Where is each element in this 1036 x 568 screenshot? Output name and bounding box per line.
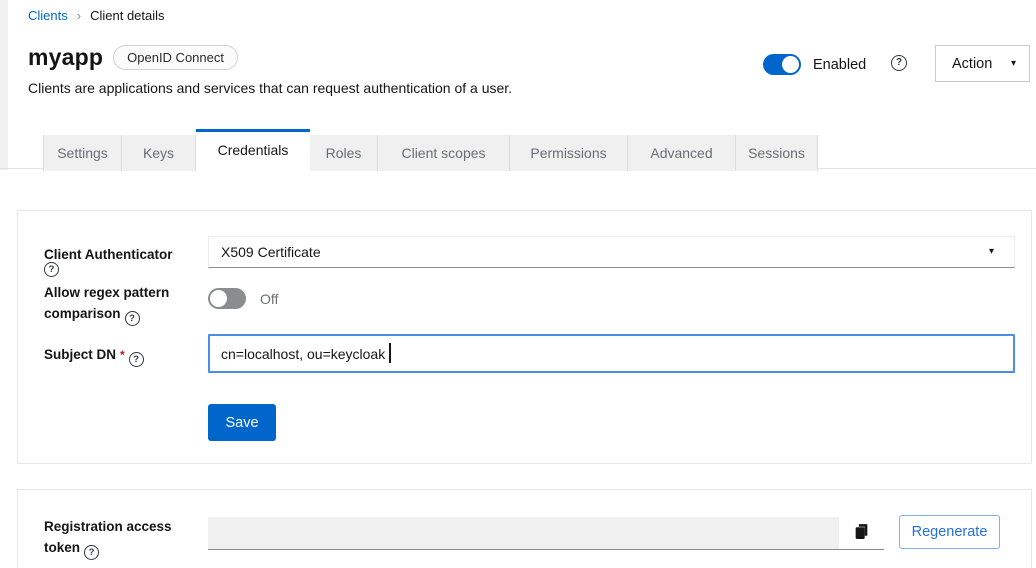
client-details-page: Clients › Client details myapp OpenID Co… [0, 0, 1036, 568]
breadcrumb: Clients › Client details [28, 8, 165, 23]
text-cursor [389, 343, 391, 363]
regenerate-button[interactable]: Regenerate [899, 515, 1000, 549]
tab-keys[interactable]: Keys [122, 135, 196, 171]
registration-token-label: Registration access token? [44, 516, 209, 560]
tab-credentials[interactable]: Credentials [196, 129, 310, 171]
registration-token-group [208, 517, 884, 550]
client-authenticator-select[interactable]: X509 Certificate ▾ [208, 236, 1015, 268]
tab-permissions[interactable]: Permissions [510, 135, 628, 171]
page-description: Clients are applications and services th… [28, 80, 512, 96]
tab-client-scopes[interactable]: Client scopes [378, 135, 510, 171]
help-icon[interactable]: ? [44, 262, 59, 277]
enabled-toggle[interactable] [763, 54, 801, 75]
protocol-badge: OpenID Connect [113, 45, 238, 70]
breadcrumb-current: Client details [90, 8, 164, 23]
registration-token-input [208, 517, 839, 549]
breadcrumb-clients-link[interactable]: Clients [28, 8, 68, 23]
tab-sessions[interactable]: Sessions [736, 135, 818, 171]
help-icon[interactable]: ? [84, 545, 99, 560]
page-title: myapp [28, 44, 103, 71]
copy-icon [853, 523, 870, 543]
registration-token-label-line2: token [44, 540, 80, 555]
credentials-card: Client Authenticator ? X509 Certificate … [17, 210, 1032, 464]
registration-token-label-line1: Registration access [44, 519, 172, 534]
copy-button[interactable] [839, 517, 884, 549]
client-authenticator-value: X509 Certificate [221, 244, 321, 260]
breadcrumb-separator-icon: › [77, 8, 81, 23]
tab-bar: Settings Keys Credentials Roles Client s… [43, 129, 818, 171]
help-icon[interactable]: ? [891, 55, 907, 71]
allow-regex-label: Allow regex pattern comparison? [44, 282, 209, 326]
action-dropdown[interactable]: Action ▾ [935, 45, 1030, 82]
client-authenticator-label-text: Client Authenticator [44, 247, 173, 262]
subject-dn-label: Subject DN *? [44, 344, 224, 367]
enabled-label: Enabled [813, 57, 866, 73]
subject-dn-input[interactable] [208, 334, 1015, 373]
registration-token-card: Registration access token? Regenerate [17, 489, 1032, 568]
save-button[interactable]: Save [208, 404, 276, 441]
tab-roles[interactable]: Roles [310, 135, 378, 171]
client-authenticator-label: Client Authenticator [44, 244, 204, 265]
chevron-down-icon: ▾ [989, 247, 994, 257]
help-icon[interactable]: ? [125, 311, 140, 326]
chevron-down-icon: ▾ [1011, 59, 1016, 69]
allow-regex-label-line1: Allow regex pattern [44, 285, 169, 300]
allow-regex-toggle[interactable] [208, 288, 246, 309]
action-dropdown-label: Action [952, 56, 992, 72]
left-gutter [0, 0, 8, 170]
tab-advanced[interactable]: Advanced [628, 135, 736, 171]
toggle-knob [782, 56, 799, 73]
required-asterisk: * [120, 348, 125, 362]
toggle-knob [210, 290, 227, 307]
allow-regex-state: Off [260, 291, 278, 307]
allow-regex-label-line2: comparison [44, 306, 121, 321]
subject-dn-label-text: Subject DN [44, 347, 116, 362]
tab-settings[interactable]: Settings [43, 135, 122, 171]
page-header: myapp OpenID Connect [28, 44, 238, 71]
help-icon[interactable]: ? [129, 352, 144, 367]
